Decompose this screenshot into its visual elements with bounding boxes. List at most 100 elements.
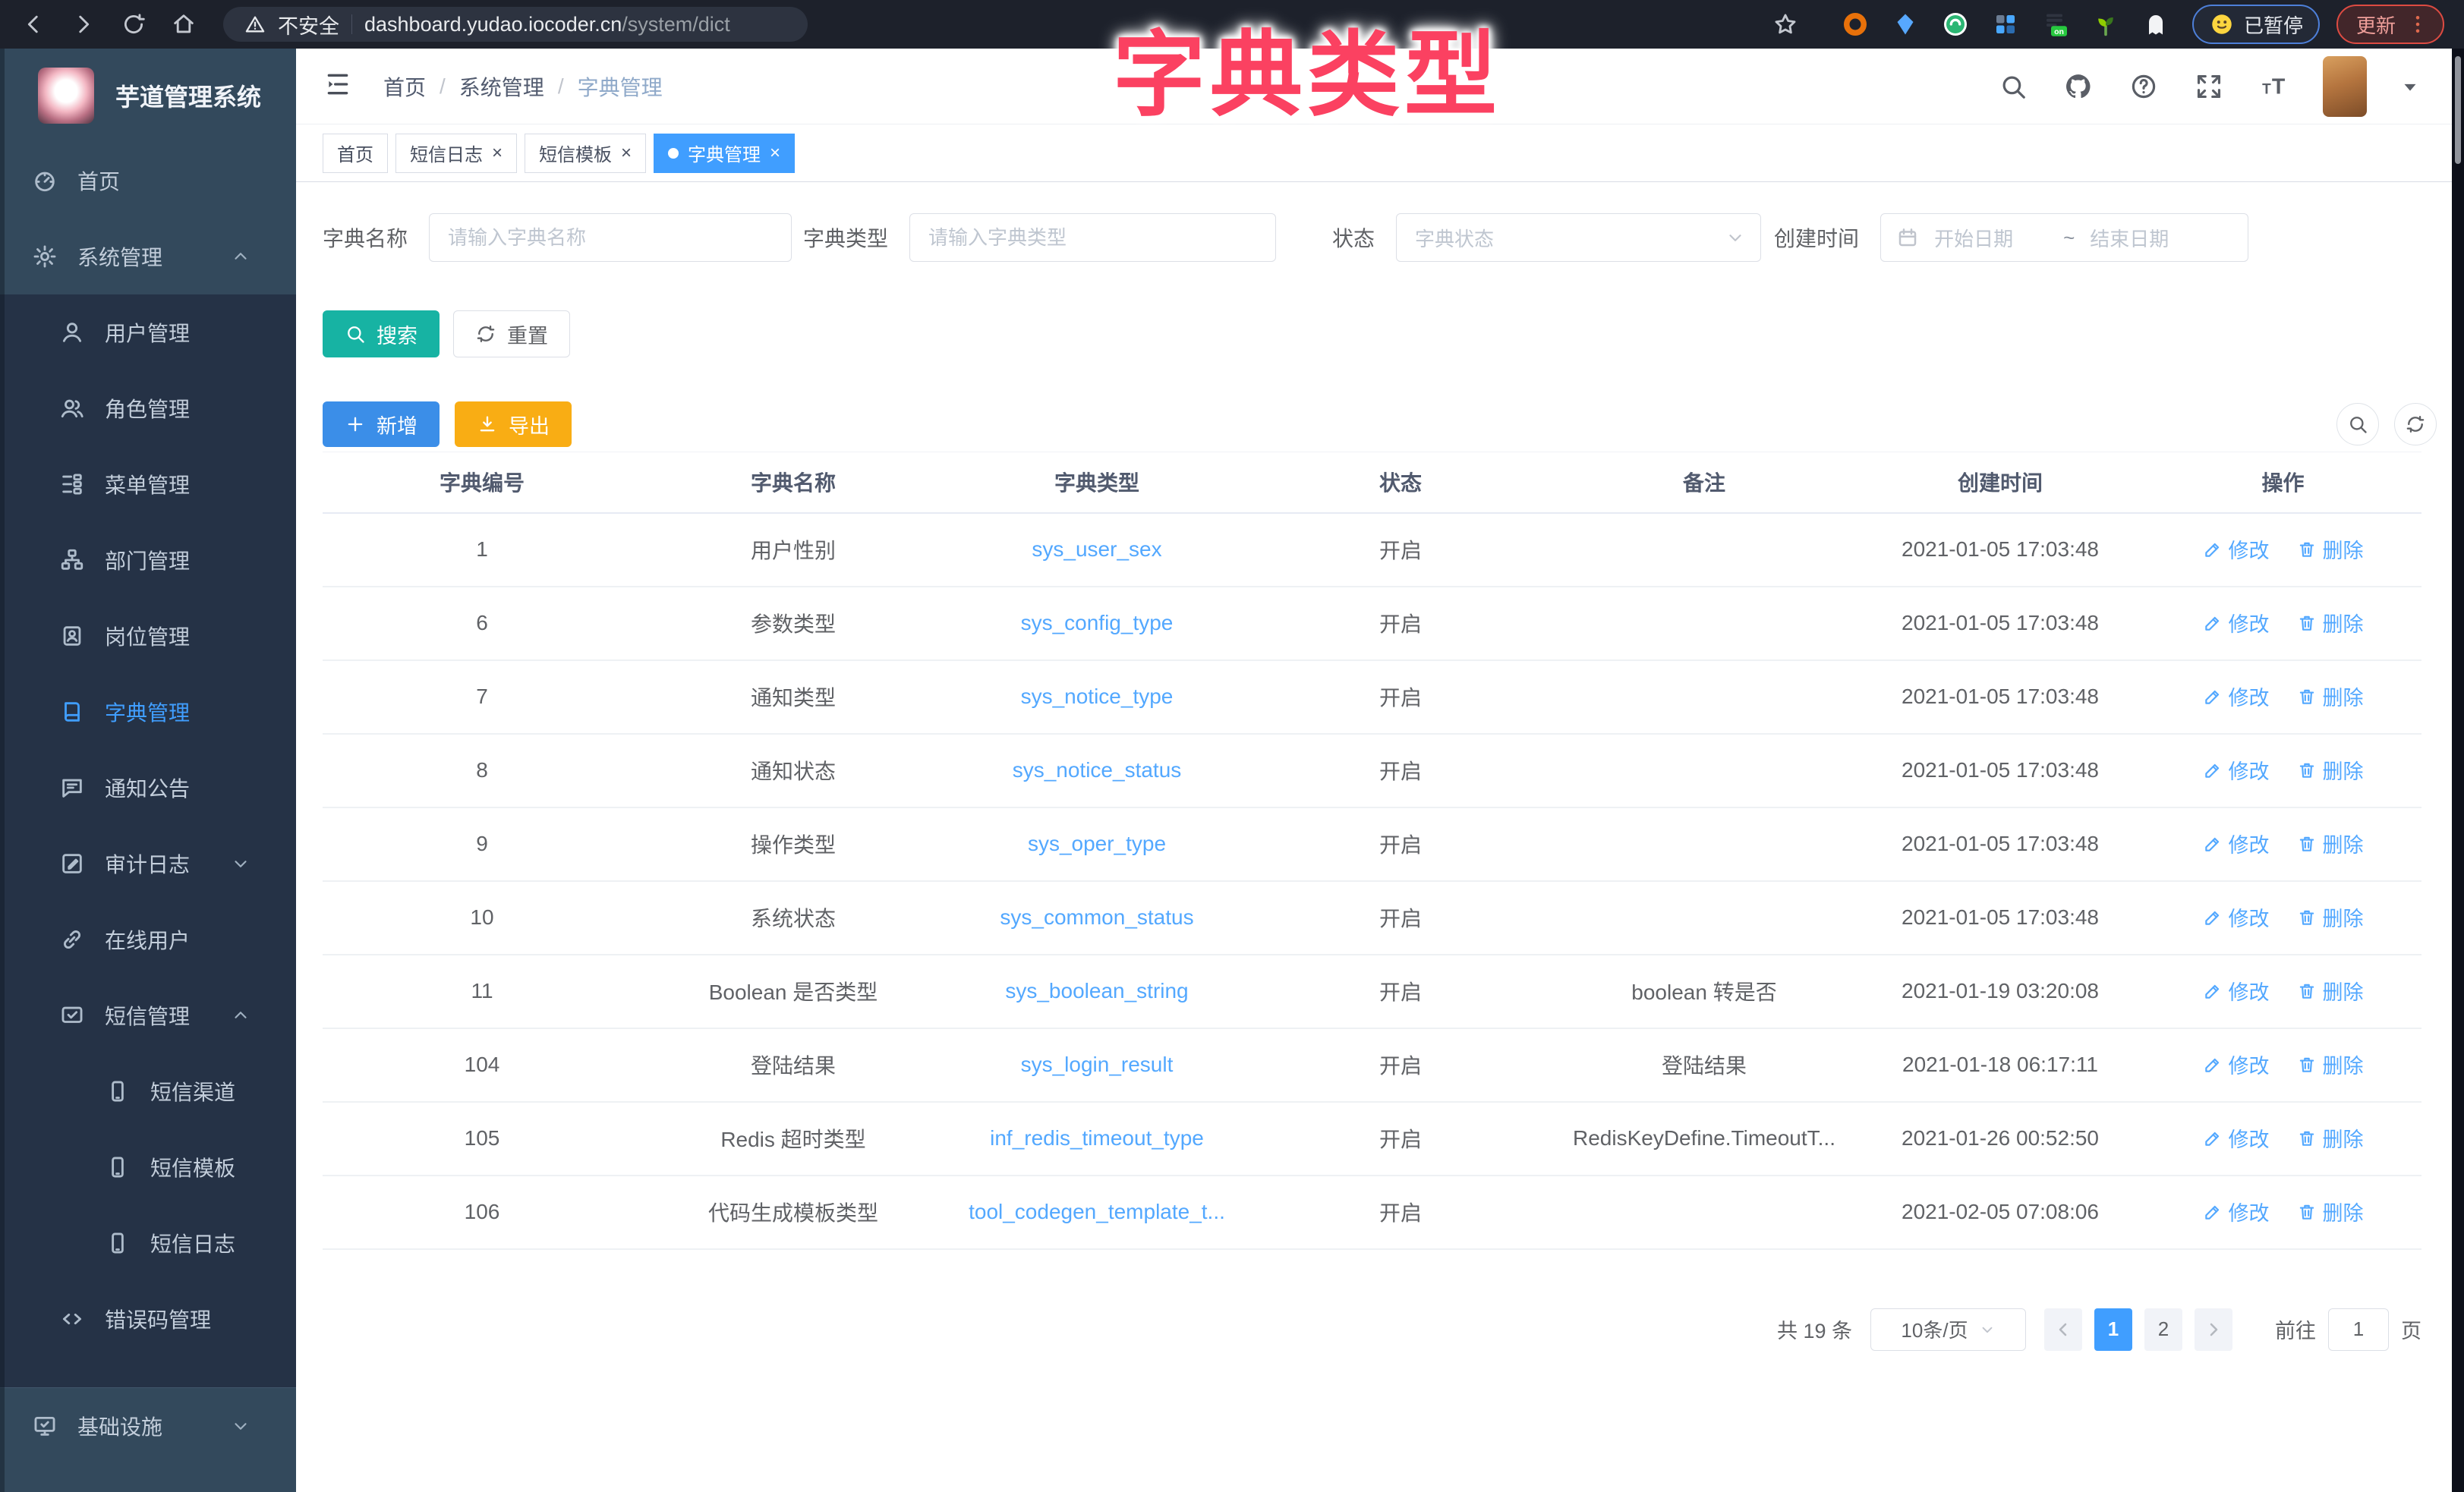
delete-link[interactable]: 删除 [2297, 1050, 2364, 1079]
edit-link[interactable]: 修改 [2203, 681, 2270, 711]
dict-type-link[interactable]: inf_redis_timeout_type [990, 1126, 1204, 1150]
update-chrome-button[interactable]: 更新 [2336, 5, 2444, 44]
delete-link[interactable]: 删除 [2297, 681, 2364, 711]
dict-type-link[interactable]: sys_notice_status [1013, 758, 1182, 782]
browser-back-button[interactable] [17, 8, 50, 41]
user-avatar[interactable] [2323, 56, 2367, 117]
edit-link[interactable]: 修改 [2203, 829, 2270, 858]
help-button[interactable] [2127, 70, 2160, 103]
close-tab-icon[interactable]: × [770, 144, 780, 162]
close-tab-icon[interactable]: × [492, 144, 503, 162]
dict-name-input[interactable] [429, 213, 792, 262]
toggle-search-button[interactable] [2336, 403, 2379, 445]
dict-type-link[interactable]: sys_login_result [1021, 1053, 1174, 1076]
browser-forward-button[interactable] [67, 8, 100, 41]
sidebar-item-audit-log[interactable]: 审计日志 [0, 826, 296, 902]
sidebar-item-online-users[interactable]: 在线用户 [0, 902, 296, 977]
scrollbar-thumb[interactable] [2455, 56, 2461, 164]
sidebar-item-dict-management[interactable]: 字典管理 [0, 674, 296, 750]
sidebar-item-sms-log[interactable]: 短信日志 [0, 1205, 296, 1281]
sidebar-toggle-button[interactable] [323, 69, 358, 104]
refresh-table-button[interactable] [2394, 403, 2437, 445]
prev-page-button[interactable] [2044, 1308, 2082, 1351]
search-button[interactable]: 搜索 [323, 310, 440, 357]
edit-link[interactable]: 修改 [2203, 608, 2270, 637]
sidebar-item-post-management[interactable]: 岗位管理 [0, 598, 296, 674]
dict-type-input[interactable] [909, 213, 1276, 262]
delete-link[interactable]: 删除 [2297, 1123, 2364, 1153]
edit-link[interactable]: 修改 [2203, 902, 2270, 932]
app-logo[interactable]: 芋道管理系统 [0, 49, 296, 143]
caret-down-icon[interactable] [2399, 75, 2421, 98]
tab-dict-management[interactable]: 字典管理× [654, 134, 795, 173]
export-button[interactable]: 导出 [455, 401, 572, 447]
sidebar-item-error-code[interactable]: 错误码管理 [0, 1281, 296, 1357]
edit-link[interactable]: 修改 [2203, 1050, 2270, 1079]
goto-page-input[interactable] [2328, 1308, 2389, 1351]
edit-link[interactable]: 修改 [2203, 1123, 2270, 1153]
next-page-button[interactable] [2195, 1308, 2232, 1351]
sidebar-item-user-management[interactable]: 用户管理 [0, 294, 296, 370]
page-size-select[interactable]: 10条/页 [1870, 1308, 2026, 1351]
url-bar[interactable]: 不安全 dashboard.yudao.iocoder.cn/system/di… [223, 7, 808, 42]
paused-extension-badge[interactable]: 已暂停 [2192, 5, 2320, 44]
orange-ring-extension-button[interactable] [1842, 11, 1869, 38]
blue-gem-extension-button[interactable] [1892, 11, 1919, 38]
tab-sms-log[interactable]: 短信日志× [395, 134, 517, 173]
sidebar-item-notice[interactable]: 通知公告 [0, 750, 296, 826]
delete-link[interactable]: 删除 [2297, 755, 2364, 785]
cell-dict-id: 106 [323, 1176, 641, 1249]
cell-created: 2021-01-05 17:03:48 [1856, 660, 2144, 734]
close-tab-icon[interactable]: × [621, 144, 632, 162]
sidebar-item-sms-channel[interactable]: 短信渠道 [0, 1053, 296, 1129]
edit-link[interactable]: 修改 [2203, 976, 2270, 1006]
delete-link[interactable]: 删除 [2297, 608, 2364, 637]
bookmark-star-button[interactable] [1769, 8, 1802, 41]
page-number-2[interactable]: 2 [2144, 1308, 2182, 1351]
dict-type-link[interactable]: sys_user_sex [1032, 537, 1161, 561]
expand-button[interactable] [2192, 70, 2226, 103]
sidebar-item-sms-management[interactable]: 短信管理 [0, 977, 296, 1053]
reset-button[interactable]: 重置 [453, 310, 570, 357]
sidebar-item-role-management[interactable]: 角色管理 [0, 370, 296, 446]
tab-sms-template[interactable]: 短信模板× [525, 134, 646, 173]
tab-home[interactable]: 首页 [323, 134, 388, 173]
dict-type-link[interactable]: sys_config_type [1021, 611, 1174, 634]
dict-type-link[interactable]: tool_codegen_template_t... [969, 1200, 1225, 1223]
edit-link[interactable]: 修改 [2203, 1197, 2270, 1226]
sidebar-item-dept-management[interactable]: 部门管理 [0, 522, 296, 598]
breadcrumb-item[interactable]: 首页 [383, 71, 426, 102]
sidebar-item-infrastructure[interactable]: 基础设施 [0, 1388, 296, 1464]
browser-home-button[interactable] [167, 8, 200, 41]
green-circle-extension-button[interactable] [1942, 11, 1969, 38]
dict-type-link[interactable]: sys_oper_type [1028, 832, 1166, 855]
cell-dict-type: sys_login_result [945, 1028, 1249, 1102]
breadcrumb-item[interactable]: 系统管理 [459, 71, 544, 102]
green-sprout-extension-button[interactable] [2092, 11, 2119, 38]
github-button[interactable] [2062, 70, 2095, 103]
sidebar-item-home[interactable]: 首页 [0, 143, 296, 219]
delete-link[interactable]: 删除 [2297, 902, 2364, 932]
dict-type-link[interactable]: sys_notice_type [1021, 685, 1174, 708]
on-badge-extension-button[interactable]: on [2042, 11, 2069, 38]
search-button[interactable] [1996, 70, 2030, 103]
delete-link[interactable]: 删除 [2297, 1197, 2364, 1226]
font-size-button[interactable]: TT [2258, 70, 2291, 103]
dict-type-link[interactable]: sys_boolean_string [1005, 979, 1188, 1003]
status-select[interactable]: 字典状态 [1396, 213, 1761, 262]
blue-grid-extension-button[interactable] [1992, 11, 2019, 38]
sidebar-item-menu-management[interactable]: 菜单管理 [0, 446, 296, 522]
edit-link[interactable]: 修改 [2203, 534, 2270, 564]
date-range-picker[interactable]: 开始日期 ~ 结束日期 [1880, 213, 2248, 262]
sidebar-item-sms-template[interactable]: 短信模板 [0, 1129, 296, 1205]
browser-reload-button[interactable] [117, 8, 150, 41]
delete-link[interactable]: 删除 [2297, 829, 2364, 858]
delete-link[interactable]: 删除 [2297, 534, 2364, 564]
add-button[interactable]: 新增 [323, 401, 440, 447]
page-number-1[interactable]: 1 [2094, 1308, 2132, 1351]
delete-link[interactable]: 删除 [2297, 976, 2364, 1006]
dict-type-link[interactable]: sys_common_status [1000, 905, 1193, 929]
white-ghost-extension-button[interactable] [2142, 11, 2169, 38]
edit-link[interactable]: 修改 [2203, 755, 2270, 785]
sidebar-item-system-management[interactable]: 系统管理 [0, 219, 296, 294]
